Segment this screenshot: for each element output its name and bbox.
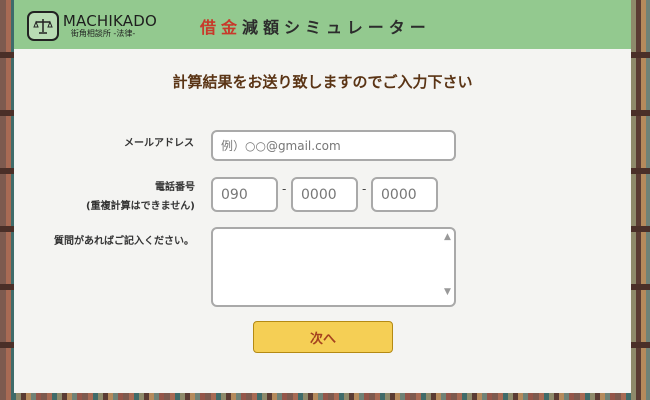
phone-field-3[interactable]: [371, 177, 438, 212]
form-panel: 計算結果をお送り致しますのでご入力下さい メールアドレス 電話番号 (重複計算は…: [14, 49, 631, 393]
phone-field-1[interactable]: [211, 177, 278, 212]
email-field[interactable]: [211, 130, 456, 161]
phone-note: (重複計算はできません): [86, 201, 195, 212]
email-label: メールアドレス: [124, 138, 194, 149]
app-header: MACHIKADO 街角相談所 -法律- 借金減額シミュレーター: [14, 0, 631, 49]
scales-icon: [27, 11, 59, 41]
next-button[interactable]: 次へ: [253, 321, 393, 353]
phone-separator-1: -: [282, 182, 287, 196]
question-textarea[interactable]: [211, 227, 456, 307]
scroll-down-icon[interactable]: ▼: [444, 287, 451, 297]
logo-subtitle: 街角相談所 -法律-: [70, 29, 136, 38]
page-title: 借金減額シミュレーター: [200, 14, 431, 37]
phone-separator-2: -: [362, 182, 367, 196]
page-title-rest: 減額シミュレーター: [242, 18, 431, 37]
page-title-highlight: 借金: [200, 18, 243, 37]
form-heading: 計算結果をお送り致しますのでご入力下さい: [172, 73, 473, 91]
scroll-up-icon[interactable]: ▲: [444, 232, 451, 242]
phone-label: 電話番号: [155, 182, 195, 193]
logo: MACHIKADO 街角相談所 -法律-: [27, 8, 157, 44]
question-label: 質問があればご記入ください。: [54, 236, 194, 247]
logo-name: MACHIKADO: [62, 12, 157, 30]
phone-field-2[interactable]: [291, 177, 358, 212]
